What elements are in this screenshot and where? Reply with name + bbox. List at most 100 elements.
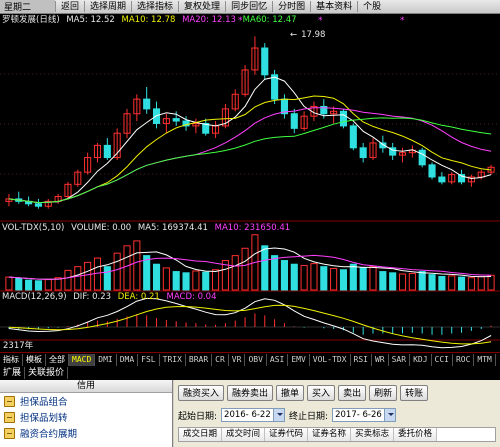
indicator-tab-cr[interactable]: CR	[212, 353, 229, 366]
indicator-tab-dma[interactable]: DMA	[117, 353, 139, 366]
vol-ma5: MA5: 169374.41	[137, 223, 208, 233]
volume-bar	[113, 252, 121, 291]
indicator-tab-rsi[interactable]: RSI	[351, 353, 372, 366]
toolbar-fundamentals-button[interactable]: 基本资料	[311, 0, 357, 13]
event-marker-icon: *	[400, 16, 405, 26]
volume-bar	[389, 272, 397, 291]
start-date-label: 起始日期:	[178, 411, 218, 422]
volume-bar	[231, 255, 239, 291]
macd-dea: DEA: 0.21	[117, 292, 160, 302]
volume-bar	[103, 266, 111, 291]
template-label[interactable]: 模板	[23, 353, 46, 366]
col-trade-date[interactable]: 成交日期	[179, 428, 223, 441]
bottom-panel: 信用 担保品组合 担保品划转 融资合约展期 融资买入 融券卖出 撤单 买入 卖出…	[0, 380, 500, 447]
indicator-tab-sar[interactable]: SAR	[389, 353, 411, 366]
volume-bar	[123, 245, 131, 291]
tab-related-quotes[interactable]: 关联报价	[25, 367, 69, 379]
volume-bar	[438, 275, 446, 291]
col-security-code[interactable]: 证券代码	[265, 428, 309, 441]
volume-bar	[5, 276, 13, 291]
volume-bar	[310, 263, 318, 291]
volume-bar	[398, 273, 407, 291]
col-buy-sell-flag[interactable]: 买卖标志	[351, 428, 395, 441]
indicator-tab-vr[interactable]: VR	[229, 353, 246, 366]
candle-body	[339, 110, 348, 127]
indicator-tab-mtm[interactable]: MTM	[474, 353, 496, 366]
indicator-tab-roc[interactable]: ROC	[453, 353, 475, 366]
volume-bar	[379, 271, 387, 291]
volume-bar	[408, 272, 416, 291]
refresh-button[interactable]: 刷新	[369, 385, 398, 401]
volume-header: VOL-TDX(5,10) VOLUME: 0.00 MA5: 169374.4…	[2, 223, 294, 233]
indicator-label[interactable]: 指标	[0, 353, 23, 366]
volume-bar	[349, 263, 357, 291]
indicator-tab-dmi[interactable]: DMI	[95, 353, 117, 366]
macd-value: MACD: 0.04	[166, 292, 217, 302]
tab-extend[interactable]: 扩展	[0, 367, 26, 379]
end-date-picker[interactable]: 2017- 6-26	[332, 408, 397, 422]
indicator-tab-fsl[interactable]: FSL	[138, 353, 160, 366]
volume-bar	[300, 264, 308, 291]
chevron-down-icon[interactable]	[384, 409, 396, 421]
candle-body	[359, 147, 367, 159]
indicator-tab-emv[interactable]: EMV	[288, 353, 310, 366]
credit-panel: 信用 担保品组合 担保品划转 融资合约展期	[0, 380, 173, 447]
volume-bar	[84, 261, 92, 291]
cancel-order-button[interactable]: 撤单	[276, 385, 305, 401]
indicator-tab-trix[interactable]: TRIX	[160, 353, 186, 366]
chart-area[interactable]: * * * 罗顿发展(日线) MA5: 12.52 MA10: 12.78 MA20…	[0, 14, 500, 352]
toolbar-period-button[interactable]: 选择周期	[85, 0, 131, 13]
folder-icon	[4, 427, 15, 439]
volume-bar	[359, 267, 367, 291]
toolbar-stock-button[interactable]: 个股	[358, 0, 386, 13]
volume-bar	[339, 269, 348, 291]
candle-body	[34, 203, 42, 207]
indicator-tab-macd[interactable]: MACD	[69, 353, 96, 366]
volume-bar	[192, 270, 200, 291]
indicator-tab-wr[interactable]: WR	[372, 353, 389, 366]
trade-table-header: 成交日期 成交时间 证券代码 证券名称 买卖标志 委托价格	[178, 427, 496, 442]
peak-label: ← 17.98	[290, 30, 326, 40]
indicator-tab-brar[interactable]: BRAR	[186, 353, 213, 366]
vol-indicator-name: VOL-TDX(5,10)	[2, 223, 65, 233]
folder-icon	[4, 395, 15, 407]
volume-bar	[182, 272, 190, 291]
candle-body	[428, 164, 436, 178]
buy-button[interactable]: 买入	[307, 385, 336, 401]
indicator-tab-asi[interactable]: ASI	[267, 353, 289, 366]
indicator-tab-kdj[interactable]: KDJ	[410, 353, 432, 366]
ma5-value: MA5: 12.52	[66, 15, 115, 25]
toolbar-back-button[interactable]: 返回	[56, 0, 84, 13]
price-header: 罗顿发展(日线) MA5: 12.52 MA10: 12.78 MA20: 12…	[2, 15, 301, 25]
candle-body	[103, 144, 111, 159]
credit-item-collateral-transfer[interactable]: 担保品划转	[0, 409, 172, 425]
indicator-tab-bar: 指标 模板 全部 MACD DMI DMA FSL TRIX BRAR CR VR OBV ASI…	[0, 352, 500, 366]
indicator-tab-cci[interactable]: CCI	[432, 353, 453, 366]
indicator-tab-obv[interactable]: OBV	[245, 353, 267, 366]
chevron-down-icon[interactable]	[273, 409, 285, 421]
indicator-tab-vol-tdx[interactable]: VOL-TDX	[310, 353, 351, 366]
toolbar-indicator-button[interactable]: 选择指标	[132, 0, 178, 13]
sell-button[interactable]: 卖出	[338, 385, 367, 401]
short-sell-button[interactable]: 融券卖出	[227, 385, 274, 401]
credit-item-label: 融资合约展期	[20, 429, 78, 440]
toolbar-sync-button[interactable]: 同步回忆	[226, 0, 272, 13]
candle-body	[349, 125, 357, 149]
col-order-price[interactable]: 委托价格	[394, 428, 438, 441]
transfer-button[interactable]: 转账	[400, 385, 429, 401]
credit-item-contract-extension[interactable]: 融资合约展期	[0, 425, 172, 441]
volume-bar	[15, 277, 23, 291]
start-date-picker[interactable]: 2016- 6-22	[221, 408, 286, 422]
ma20-value: MA20: 12.13	[182, 15, 236, 25]
margin-buy-button[interactable]: 融资买入	[178, 385, 225, 401]
credit-item-collateral-portfolio[interactable]: 担保品组合	[0, 393, 172, 409]
toolbar-intraday-button[interactable]: 分时图	[273, 0, 310, 13]
col-trade-time[interactable]: 成交时间	[222, 428, 266, 441]
toolbar-adjust-button[interactable]: 复权处理	[179, 0, 225, 13]
col-security-name[interactable]: 证券名称	[308, 428, 352, 441]
sub-tab-bar: 扩展 关联报价	[0, 366, 500, 380]
macd-dif: DIF: 0.23	[73, 292, 112, 302]
candle-body	[143, 98, 151, 110]
all-indicators-tab[interactable]: 全部	[46, 353, 69, 366]
volume-bar	[477, 275, 485, 291]
